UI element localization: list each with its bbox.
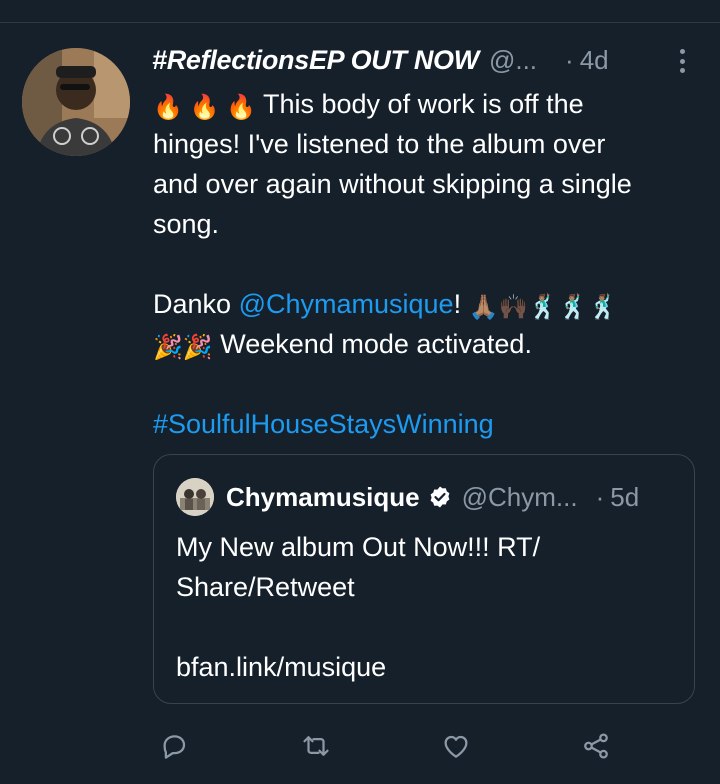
tweet-line-1: 🔥 🔥 🔥 This body of work is off the	[153, 84, 693, 124]
tweet[interactable]: #ReflectionsEP OUT NOW @... · 4d 🔥 🔥 🔥 T…	[0, 0, 720, 784]
timestamp[interactable]: 4d	[580, 45, 609, 76]
tweet-line-3: and over again without skipping a single	[153, 169, 632, 199]
quoted-line-1: My New album Out Now!!! RT/	[176, 532, 541, 562]
quoted-tweet[interactable]: Chymamusique @Chym... · 5d My New album …	[153, 454, 695, 704]
emoji-group: 🙏🏽🙌🏿🕺🏽🕺🏽🕺🏽	[468, 294, 619, 321]
quoted-line-2: Share/Retweet	[176, 572, 355, 602]
quoted-tweet-header: Chymamusique @Chym... · 5d	[176, 478, 639, 516]
quoted-tweet-text: My New album Out Now!!! RT/ Share/Retwee…	[176, 527, 676, 687]
retweet-icon	[303, 736, 329, 756]
share-button[interactable]	[576, 724, 616, 768]
tweet-line-weekend: 🎉🎉 Weekend mode activated.	[153, 324, 693, 364]
like-button[interactable]	[436, 724, 476, 768]
action-bar	[0, 724, 720, 768]
quoted-display-name[interactable]: Chymamusique	[226, 482, 420, 513]
mention-link[interactable]: @Chymamusique	[239, 289, 454, 319]
tweet-line-4: song.	[153, 209, 220, 239]
retweet-button[interactable]	[296, 724, 336, 768]
quoted-separator: ·	[595, 481, 605, 512]
avatar[interactable]	[22, 48, 130, 156]
quoted-handle[interactable]: @Chym...	[462, 482, 578, 513]
fire-emoji: 🔥 🔥 🔥	[153, 94, 256, 121]
quoted-timestamp[interactable]: 5d	[610, 482, 639, 513]
display-name[interactable]: #ReflectionsEP OUT NOW	[152, 45, 479, 76]
share-icon	[584, 733, 608, 759]
tweet-text: 🔥 🔥 🔥 This body of work is off the hinge…	[153, 84, 693, 444]
handle[interactable]: @...	[489, 45, 537, 76]
reply-button[interactable]	[154, 724, 194, 768]
party-emoji: 🎉🎉	[153, 334, 213, 361]
hashtag-link[interactable]: #SoulfulHouseStaysWinning	[153, 409, 494, 439]
more-icon[interactable]	[672, 44, 692, 78]
tweet-header: #ReflectionsEP OUT NOW @... · 4d	[152, 42, 672, 78]
quoted-link[interactable]: bfan.link/musique	[176, 647, 676, 687]
reply-icon	[163, 735, 186, 759]
verified-badge-icon	[430, 486, 450, 508]
tweet-line-2: hinges! I've listened to the album over	[153, 129, 606, 159]
tweet-line-danko: Danko @Chymamusique! 🙏🏽🙌🏿🕺🏽🕺🏽🕺🏽	[153, 284, 693, 324]
separator: ·	[565, 44, 574, 75]
quoted-avatar[interactable]	[176, 478, 214, 516]
heart-icon	[444, 735, 468, 758]
